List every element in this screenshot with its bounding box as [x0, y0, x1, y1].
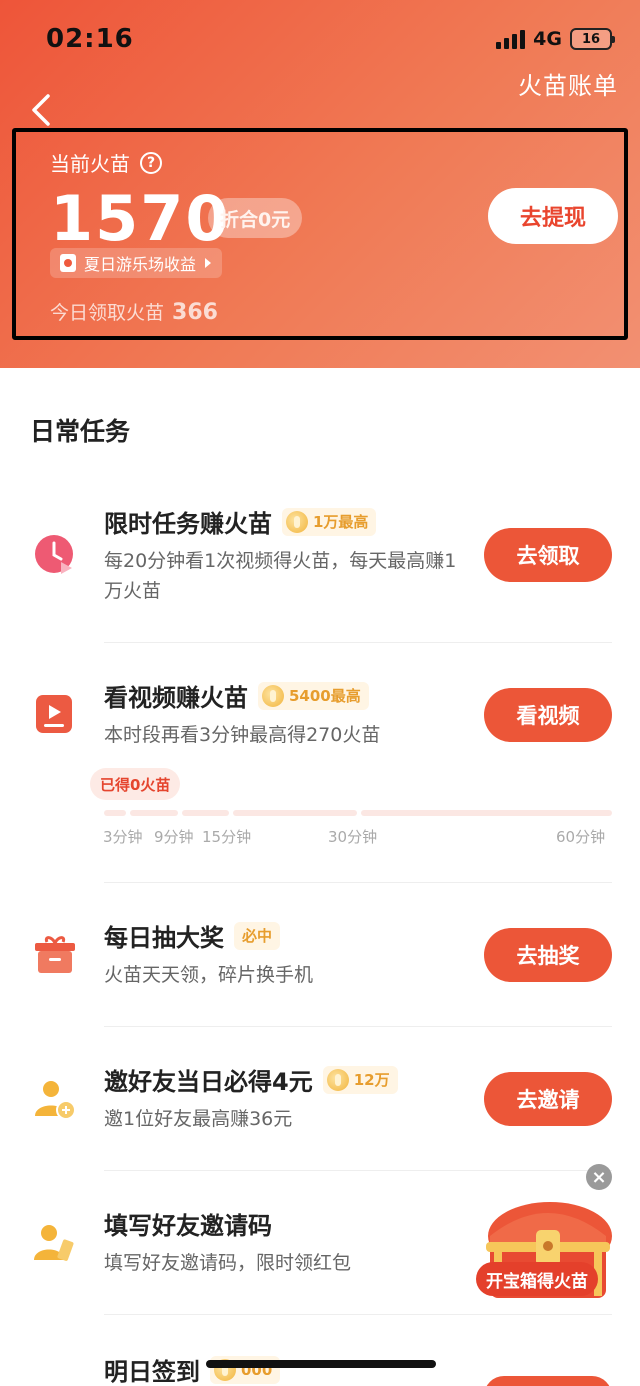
- reward-badge: 5400最高: [258, 681, 369, 710]
- invite-code-icon: [34, 1225, 74, 1261]
- current-label: 当前火苗: [50, 152, 130, 176]
- reward-badge: 必中: [234, 921, 281, 950]
- badge-text: 必中: [242, 927, 273, 945]
- reward-badge: 1万最高: [282, 507, 377, 536]
- invite-user-icon: [35, 1081, 76, 1120]
- task-desc: 火苗天天领，碎片换手机: [104, 964, 314, 986]
- badge-text: 5400最高: [289, 687, 361, 705]
- badge-text: 12万: [353, 1071, 390, 1089]
- close-icon[interactable]: ×: [586, 1164, 612, 1190]
- watch-video-button[interactable]: 看视频: [484, 688, 612, 742]
- badge-text: 1万最高: [313, 513, 369, 531]
- section-title: 日常任务: [30, 417, 131, 446]
- equivalent-badge: 折合0元: [208, 198, 303, 238]
- coin-icon: [326, 1068, 349, 1091]
- bill-link[interactable]: 火苗账单: [518, 66, 618, 101]
- task-title-limited: 限时任务赚火苗 1万最高: [104, 504, 377, 539]
- task-title-text: 明日签到: [104, 1358, 200, 1386]
- video-icon: [36, 695, 72, 733]
- divider: [104, 1170, 612, 1171]
- signal-icon: [496, 29, 526, 49]
- source-pill[interactable]: 夏日游乐场收益: [50, 248, 223, 278]
- withdraw-button[interactable]: 去提现: [488, 188, 618, 244]
- task-desc: 邀1位好友最高赚36元: [104, 1108, 293, 1130]
- battery-icon: 16: [570, 28, 615, 50]
- reward-badge: 12万: [322, 1065, 398, 1094]
- task-title-lottery: 每日抽大奖 必中: [104, 918, 281, 953]
- gift-icon: [35, 936, 75, 973]
- status-icons: 4G 16: [496, 28, 615, 50]
- progress-track: [104, 810, 612, 816]
- progress-tick: 60分钟: [556, 828, 606, 846]
- divider: [104, 882, 612, 883]
- progress-tip: 已得0火苗: [90, 768, 181, 800]
- today-row: 今日领取火苗 366: [50, 298, 218, 325]
- current-label-row: 当前火苗 ?: [50, 148, 162, 177]
- task-title-invite: 邀好友当日必得4元 12万: [104, 1062, 398, 1097]
- network-label: 4G: [533, 28, 562, 50]
- progress-tick: 30分钟: [328, 828, 378, 846]
- task-title-text: 每日抽大奖: [104, 924, 224, 952]
- coupon-icon: [60, 254, 76, 272]
- source-label: 夏日游乐场收益: [84, 255, 197, 274]
- divider: [104, 642, 612, 643]
- task-title-video: 看视频赚火苗 5400最高: [104, 678, 369, 713]
- task-desc: 每20分钟看1次视频得火苗，每天最高赚1万火苗: [104, 550, 457, 602]
- progress-tick: 3分钟: [103, 828, 143, 846]
- today-label: 今日领取火苗: [50, 302, 165, 324]
- today-value: 366: [172, 300, 218, 325]
- progress-tick: 15分钟: [202, 828, 252, 846]
- lottery-button[interactable]: 去抽奖: [484, 928, 612, 982]
- task-title-text: 邀好友当日必得4元: [104, 1068, 313, 1096]
- task-title-code: 填写好友邀请码: [104, 1206, 272, 1241]
- invite-button[interactable]: 去邀请: [484, 1072, 612, 1126]
- task-desc: 填写好友邀请码，限时领红包: [104, 1252, 352, 1274]
- balance-card: 当前火苗 ? 1570 折合0元 夏日游乐场收益 今日领取火苗 366 去提现: [12, 128, 628, 340]
- task-title-text: 限时任务赚火苗: [104, 510, 272, 538]
- progress-tick: 9分钟: [154, 828, 194, 846]
- coin-icon: [286, 510, 308, 533]
- help-icon[interactable]: ?: [140, 151, 162, 174]
- task-title-text: 填写好友邀请码: [104, 1212, 272, 1240]
- signin-button[interactable]: [484, 1376, 612, 1386]
- chest-label[interactable]: 开宝箱得火苗: [476, 1262, 598, 1296]
- home-indicator: [206, 1360, 436, 1368]
- status-time: 02:16: [46, 24, 134, 54]
- task-desc: 本时段再看3分钟最高得270火苗: [104, 724, 381, 746]
- divider: [104, 1026, 612, 1027]
- header: 02:16 4G 16 火苗账单 当前火苗 ? 1570 折合0元 夏日游乐场收…: [0, 0, 640, 368]
- clock-icon: [35, 535, 73, 574]
- treasure-chest-icon[interactable]: [480, 1196, 616, 1324]
- chevron-right-icon: [205, 258, 212, 268]
- task-title-text: 看视频赚火苗: [104, 684, 248, 712]
- coin-icon: [262, 684, 284, 707]
- back-arrow-icon[interactable]: [28, 92, 56, 128]
- task-title-signin: 明日签到 000: [104, 1352, 281, 1386]
- collect-button[interactable]: 去领取: [484, 528, 612, 582]
- balance-amount: 1570: [50, 182, 231, 255]
